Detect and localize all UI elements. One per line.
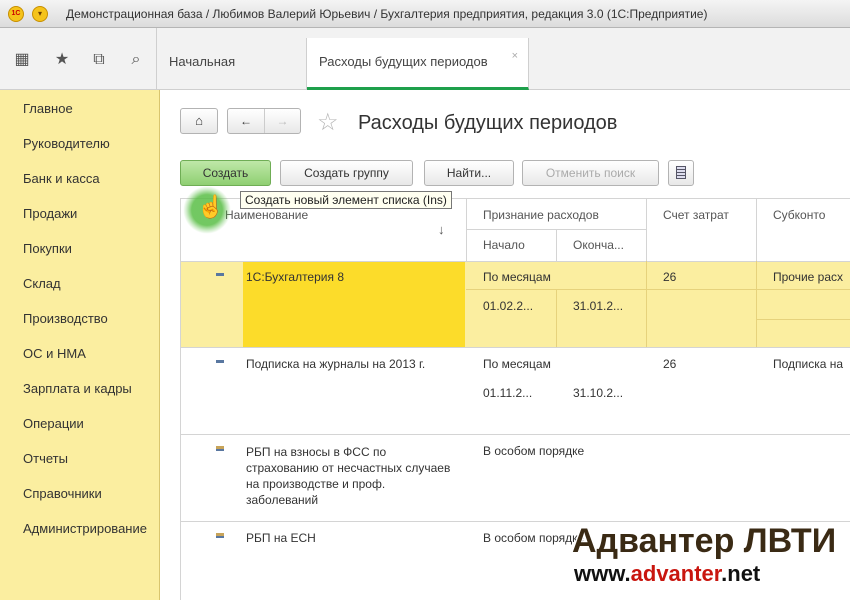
table-cell-start[interactable]: 01.02.2... — [483, 299, 533, 313]
sidebar-item-warehouse[interactable]: Склад — [23, 276, 61, 291]
header-bottom-line — [181, 261, 850, 262]
hand-cursor-icon: ☝ — [197, 194, 225, 219]
column-header-recognition[interactable]: Признание расходов — [483, 208, 599, 222]
table-cell-account[interactable]: 26 — [663, 357, 676, 371]
create-button[interactable]: Создать — [180, 160, 271, 186]
sidebar: Главное Руководителю Банк и касса Продаж… — [0, 90, 160, 600]
table-cell-account[interactable]: 26 — [663, 270, 676, 284]
list-settings-button[interactable] — [668, 160, 694, 186]
navigation-buttons: ← → — [227, 108, 301, 134]
column-header-name[interactable]: Наименование — [225, 208, 308, 222]
table-cell-subconto[interactable]: Подписка на — [773, 357, 843, 371]
sidebar-item-production[interactable]: Производство — [23, 311, 108, 326]
column-divider — [756, 199, 757, 261]
cancel-search-button[interactable]: Отменить поиск — [522, 160, 659, 186]
main-menu-icon[interactable]: ▾ — [32, 6, 48, 22]
list-icon — [676, 166, 686, 179]
sidebar-item-sales[interactable]: Продажи — [23, 206, 77, 221]
watermark-url-suffix: .net — [721, 561, 761, 586]
favorite-star-icon[interactable]: ☆ — [317, 108, 339, 137]
row-divider — [756, 319, 850, 320]
row-divider — [181, 434, 850, 435]
table-cell-end[interactable]: 31.10.2... — [573, 386, 623, 400]
watermark-brand: Адвантер ЛВТИ — [572, 522, 837, 560]
watermark-url-prefix: www. — [574, 561, 631, 586]
window-titlebar: 1С ▾ Демонстрационная база / Любимов Вал… — [0, 0, 850, 28]
column-divider — [556, 289, 557, 347]
table-cell-start[interactable]: 01.11.2... — [483, 386, 532, 400]
forward-arrow-icon[interactable]: → — [264, 109, 300, 133]
table-cell-method[interactable]: В особом порядке — [483, 444, 584, 458]
home-button[interactable]: ⌂ — [180, 108, 218, 134]
apps-grid-icon[interactable]: ▦ — [10, 50, 34, 70]
column-divider — [646, 199, 647, 261]
tab-deferred-expenses[interactable]: Расходы будущих периодов × — [307, 38, 529, 90]
top-toolbar: ▦ ★ ⧉ ⌕ — [0, 28, 157, 90]
sidebar-item-payroll[interactable]: Зарплата и кадры — [23, 381, 132, 396]
special-item-marker-icon — [216, 533, 224, 538]
find-button[interactable]: Найти... — [424, 160, 514, 186]
search-icon[interactable]: ⌕ — [124, 50, 148, 70]
sidebar-item-fixed-assets[interactable]: ОС и НМА — [23, 346, 86, 361]
tab-label: Расходы будущих периодов — [319, 54, 488, 69]
item-marker-icon — [216, 360, 224, 363]
column-header-account[interactable]: Счет затрат — [663, 208, 729, 222]
sidebar-item-reports[interactable]: Отчеты — [23, 451, 68, 466]
page-title: Расходы будущих периодов — [358, 112, 618, 134]
column-header-start[interactable]: Начало — [483, 238, 525, 252]
sort-arrow-icon[interactable]: ↓ — [438, 222, 445, 237]
window-title: Демонстрационная база / Любимов Валерий … — [66, 7, 708, 21]
special-item-marker-icon — [216, 446, 224, 451]
sidebar-item-administration[interactable]: Администрирование — [23, 521, 147, 536]
table-cell-method[interactable]: По месяцам — [483, 270, 551, 284]
table-cell-name[interactable]: РБП на взносы в ФСС по страхованию от не… — [246, 444, 456, 508]
watermark-url: www.advanter.net — [574, 561, 760, 587]
column-divider — [556, 229, 557, 261]
sidebar-item-directories[interactable]: Справочники — [23, 486, 102, 501]
close-icon[interactable]: × — [512, 32, 518, 80]
watermark-url-accent: advanter — [630, 561, 722, 586]
item-marker-icon — [216, 273, 224, 276]
app-logo-icon[interactable]: 1С — [8, 6, 24, 22]
table-cell-end[interactable]: 31.01.2... — [573, 299, 623, 313]
back-arrow-icon[interactable]: ← — [228, 109, 264, 133]
column-divider — [646, 261, 647, 347]
table-cell-name[interactable]: 1С:Бухгалтерия 8 — [246, 270, 344, 284]
sidebar-item-operations[interactable]: Операции — [23, 416, 84, 431]
column-divider — [466, 199, 467, 261]
create-group-button[interactable]: Создать группу — [280, 160, 413, 186]
column-header-end[interactable]: Оконча... — [573, 238, 624, 252]
table-cell-name[interactable]: РБП на ЕСН — [246, 531, 316, 545]
sidebar-item-bank[interactable]: Банк и касса — [23, 171, 100, 186]
sidebar-item-purchases[interactable]: Покупки — [23, 241, 72, 256]
row-divider — [181, 347, 850, 348]
sidebar-item-main[interactable]: Главное — [23, 101, 73, 116]
column-header-subconto[interactable]: Субконто — [773, 208, 825, 222]
tab-home[interactable]: Начальная страница — [157, 38, 307, 117]
column-divider — [756, 261, 757, 347]
sidebar-item-manager[interactable]: Руководителю — [23, 136, 110, 151]
favorites-star-icon[interactable]: ★ — [50, 50, 74, 70]
history-icon[interactable]: ⧉ — [87, 50, 111, 70]
table-cell-method[interactable]: По месяцам — [483, 357, 551, 371]
table-cell-subconto[interactable]: Прочие расх — [773, 270, 843, 284]
row-divider — [466, 289, 850, 290]
create-tooltip: Создать новый элемент списка (Ins) — [240, 191, 452, 209]
table-cell-method[interactable]: В особом порядке — [483, 531, 584, 545]
tabs-bar: Начальная страница Расходы будущих перио… — [157, 28, 850, 117]
table-cell-name[interactable]: Подписка на журналы на 2013 г. — [246, 357, 425, 371]
